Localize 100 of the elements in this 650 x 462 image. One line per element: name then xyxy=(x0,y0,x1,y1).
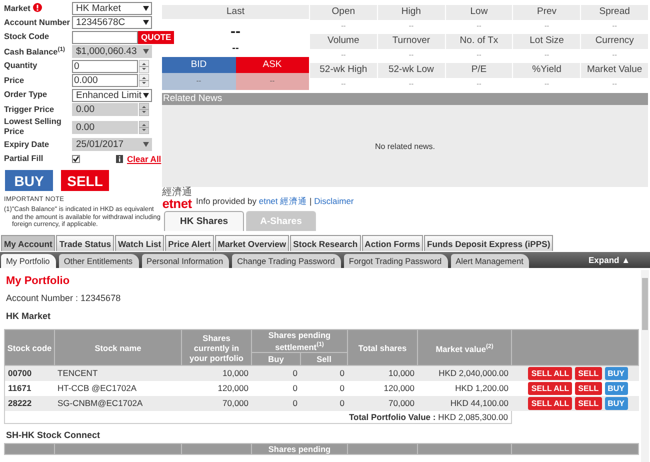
price-change: -- xyxy=(231,42,240,56)
empty-message: No related news. xyxy=(374,142,436,150)
table-cell: 0 xyxy=(300,366,348,381)
tab[interactable]: Watch List xyxy=(114,235,164,251)
subtab[interactable]: Other Entitlements xyxy=(58,254,139,268)
sell-button[interactable]: SELL xyxy=(575,397,602,410)
field-label: Order Type xyxy=(4,90,48,100)
market-tab[interactable]: HK Shares xyxy=(164,211,244,231)
dropdown-field[interactable]: $1,000,060.43 xyxy=(72,45,152,58)
scrollbar[interactable] xyxy=(641,270,649,462)
field-label: Partial Fill xyxy=(4,154,44,164)
field-label: Lowest Selling Price xyxy=(4,117,62,137)
dropdown-field[interactable]: Enhanced Limit xyxy=(72,88,152,102)
scrollbar-thumb[interactable] xyxy=(642,278,648,330)
table-cell: HKD 2,040,000.00 xyxy=(418,366,512,381)
field-label: Account Number xyxy=(4,18,71,28)
ask-header: ASK xyxy=(236,57,309,73)
column-header: Currency xyxy=(581,34,648,48)
table-cell: 120,000 xyxy=(348,381,418,396)
sell-button[interactable]: SELL xyxy=(575,367,602,380)
input-field[interactable] xyxy=(72,30,138,44)
table-cell: HKD 1,200.00 xyxy=(418,381,512,396)
tab[interactable]: Trade Status xyxy=(56,235,114,251)
input-field[interactable]: 0.000 xyxy=(72,74,138,87)
total-value: HKD 2,085,300.00 xyxy=(438,412,508,422)
field-label: Expiry Date xyxy=(4,140,50,150)
column-header: Shares pending settlement$^{(1)}$ xyxy=(252,330,348,352)
column-header: High xyxy=(378,5,445,20)
tab[interactable]: Action Forms xyxy=(362,235,423,251)
stepper-buttons[interactable] xyxy=(139,60,149,72)
caret-icon xyxy=(143,142,149,147)
column-header: Shares pending xyxy=(252,444,348,454)
table-cell: 70,000 xyxy=(182,396,252,411)
clear-all-link[interactable]: Clear All xyxy=(127,154,162,164)
column-header: P/E xyxy=(446,63,512,78)
field-label: Cash Balance$^{(1)}$ xyxy=(4,46,66,58)
stepper-buttons[interactable] xyxy=(139,103,149,116)
column-header: Last xyxy=(162,5,309,19)
table-cell: 10,000 xyxy=(348,366,418,381)
news-header: Related News xyxy=(162,93,648,105)
disclaimer-link[interactable]: Disclaimer xyxy=(314,196,354,206)
subtab[interactable]: Change Trading Password xyxy=(232,254,341,268)
column-header: Spread xyxy=(581,5,648,20)
caret-icon xyxy=(143,6,149,10)
checkbox[interactable] xyxy=(72,155,80,163)
subtab[interactable]: Alert Management xyxy=(450,254,530,268)
table-cell: 70,000 xyxy=(348,396,418,411)
column-header: Stock code xyxy=(4,330,54,366)
column-header: 52-wk High xyxy=(310,63,377,78)
input-field[interactable]: 0 xyxy=(72,60,138,72)
bid-header: BID xyxy=(162,57,236,73)
tab[interactable]: My Account xyxy=(1,235,56,251)
table-cell: TENCENT xyxy=(54,366,182,381)
table-cell: 0 xyxy=(252,381,300,396)
sell-button[interactable]: SELL ALL xyxy=(528,367,572,380)
tab[interactable]: Market Overview xyxy=(214,235,290,251)
subtab[interactable]: Personal Information xyxy=(142,254,230,268)
column-header: Sell xyxy=(300,352,348,366)
column-header: Open xyxy=(310,5,377,20)
sell-button[interactable]: SELL xyxy=(575,382,602,395)
page-title: My Portfolio xyxy=(6,274,71,288)
dropdown-field[interactable]: 25/01/2017 xyxy=(72,138,152,151)
table-cell: HKD 44,100.00 xyxy=(418,396,512,411)
column-header: Prev xyxy=(513,5,580,20)
stepper-buttons[interactable] xyxy=(139,74,149,87)
section-title: SH-HK Stock Connect xyxy=(6,429,102,441)
column-header: Total shares xyxy=(348,330,418,366)
column-header: Low xyxy=(446,5,512,20)
quote-button[interactable]: QUOTE xyxy=(138,30,174,44)
table-cell: 0 xyxy=(252,396,300,411)
field-label: Stock Code xyxy=(4,32,50,42)
column-header: %Yield xyxy=(513,63,580,78)
buy-button[interactable]: BUY xyxy=(5,170,53,191)
provider-link[interactable]: etnet 經濟通 xyxy=(258,196,308,206)
field-label: Trigger Price xyxy=(4,104,56,114)
sell-button[interactable]: SELL xyxy=(61,170,109,191)
caret-icon xyxy=(143,20,149,25)
subtab[interactable]: Forgot Trading Password xyxy=(344,254,448,268)
tab[interactable]: Price Alert xyxy=(165,235,214,251)
table-cell: SG-CNBM@EC1702A xyxy=(54,396,182,411)
sell-button[interactable]: SELL ALL xyxy=(528,382,572,395)
table-cell: 10,000 xyxy=(182,366,252,381)
logo-text: etnet xyxy=(162,198,192,210)
info-icon[interactable] xyxy=(33,2,42,12)
column-header: Turnover xyxy=(378,34,445,48)
stepper-buttons[interactable] xyxy=(139,120,149,134)
subtab[interactable]: My Portfolio xyxy=(1,254,56,268)
dropdown-field[interactable]: 12345678C xyxy=(72,16,152,29)
field-label: Price xyxy=(4,76,26,86)
dropdown-field[interactable]: HK Market xyxy=(72,2,152,14)
sell-button[interactable]: SELL ALL xyxy=(528,397,572,410)
field-label: Market xyxy=(4,2,72,14)
expand-button[interactable]: Expand ▲ xyxy=(582,254,636,266)
column-header: Volume xyxy=(310,34,377,48)
tab[interactable]: Funds Deposit Express (iPPS) xyxy=(424,235,554,251)
tab[interactable]: Stock Research xyxy=(290,235,361,251)
account-number: Account Number : 12345678 xyxy=(6,292,122,304)
info-icon[interactable] xyxy=(116,155,123,163)
column-header: Lot Size xyxy=(513,34,580,48)
section-title: HK Market xyxy=(6,310,52,322)
